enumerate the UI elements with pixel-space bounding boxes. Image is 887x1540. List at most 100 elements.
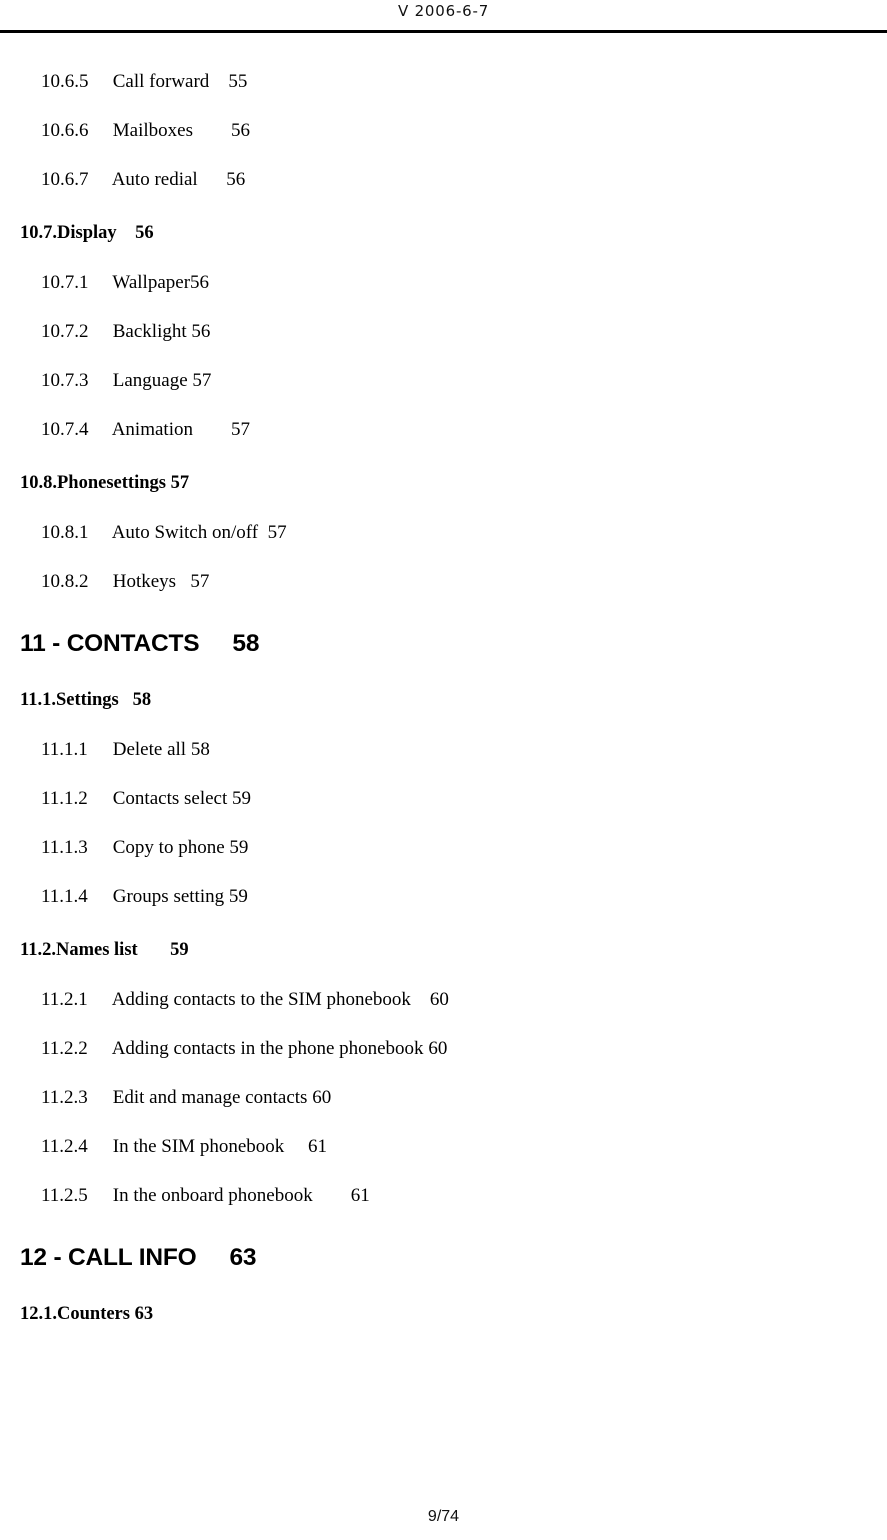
toc-entry-page-number: 59 — [170, 940, 189, 960]
toc-entry-page-number: 59 — [228, 886, 248, 907]
toc-entry-page-number: 56 — [190, 272, 210, 293]
toc-entry-number: 11.2.5 — [41, 1185, 88, 1206]
toc-entry-leader-gap — [199, 630, 232, 657]
toc-entry-page-number: 58 — [190, 739, 210, 760]
toc-entry-number: 11.1.4 — [41, 886, 88, 907]
toc-entry-title: Wallpaper — [112, 272, 191, 293]
toc-entry-11-1-1[interactable]: 11.1.1 Delete all 58 — [0, 737, 887, 762]
toc-entry-number: 11.2. — [20, 940, 56, 960]
toc-entry-title: Backlight — [112, 321, 187, 342]
toc-entry-11-2-4[interactable]: 11.2.4 In the SIM phonebook 61 — [0, 1134, 887, 1159]
toc-entry-leader-gap — [209, 71, 228, 92]
toc-entry-10-7-3[interactable]: 10.7.3 Language 57 — [0, 368, 887, 393]
toc-entry-12[interactable]: 12 - CALL INFO 63 — [0, 1243, 887, 1273]
toc-entry-title: Settings — [55, 690, 119, 710]
toc-entry-number: 11.1.1 — [41, 739, 88, 760]
toc-entry-number: 10.8.2 — [41, 571, 89, 592]
toc-entry-11-2-1[interactable]: 11.2.1 Adding contacts to the SIM phoneb… — [0, 987, 887, 1012]
toc-entry-page-number: 60 — [428, 1038, 448, 1059]
toc-entry-leader-gap — [313, 1185, 351, 1206]
toc-entry-page-number: 57 — [170, 473, 190, 493]
toc-entry-title: In the SIM phonebook — [112, 1136, 285, 1157]
toc-entry-title: Auto redial — [111, 169, 198, 190]
toc-entry-page-number: 58 — [232, 630, 260, 657]
toc-entry-number: 11 - — [20, 630, 61, 657]
toc-entry-title: Call forward — [112, 71, 210, 92]
toc-entry-page-number: 56 — [135, 223, 154, 243]
toc-entry-title: Delete all — [112, 739, 187, 760]
toc-entry-title: Phonesettings — [57, 473, 166, 493]
toc-entry-number: 10.7.1 — [41, 272, 89, 293]
toc-entry-title: Contacts select — [112, 788, 228, 809]
toc-entry-page-number: 63 — [134, 1304, 154, 1324]
toc-entry-leader-gap — [411, 989, 430, 1010]
toc-entry-11-1-4[interactable]: 11.1.4 Groups setting 59 — [0, 884, 887, 909]
toc-entry-10-6-5[interactable]: 10.6.5 Call forward 55 — [0, 69, 887, 94]
toc-entry-title: Mailboxes — [112, 120, 193, 141]
toc-entry-11-2-2[interactable]: 11.2.2 Adding contacts in the phone phon… — [0, 1036, 887, 1061]
toc-entry-number: 10.7.4 — [41, 419, 89, 440]
toc-entry-number: 10.6.7 — [41, 169, 89, 190]
toc-entry-10-7-2[interactable]: 10.7.2 Backlight 56 — [0, 319, 887, 344]
toc-entry-title: CALL INFO — [68, 1244, 197, 1271]
toc-entry-title: Hotkeys — [112, 571, 177, 592]
toc-entry-10-6-6[interactable]: 10.6.6 Mailboxes 56 — [0, 118, 887, 143]
toc-entry-page-number: 61 — [350, 1185, 370, 1206]
toc-entry-11-1-2[interactable]: 11.1.2 Contacts select 59 — [0, 786, 887, 811]
toc-entry-number: 10.7.3 — [41, 370, 89, 391]
toc-entry-title: Adding contacts to the SIM phonebook — [111, 989, 411, 1010]
toc-entry-11-1[interactable]: 11.1.Settings 58 — [0, 687, 887, 713]
toc-entry-page-number: 61 — [308, 1136, 328, 1157]
toc-entry-leader-gap — [176, 571, 190, 592]
toc-entry-10-8-1[interactable]: 10.8.1 Auto Switch on/off 57 — [0, 520, 887, 545]
toc-entry-10-8-2[interactable]: 10.8.2 Hotkeys 57 — [0, 569, 887, 594]
toc-entry-number: 10.6.5 — [41, 71, 89, 92]
toc-entry-12-1[interactable]: 12.1.Counters 63 — [0, 1301, 887, 1327]
toc-entry-number: 12 - — [20, 1244, 62, 1271]
toc-entry-title: Names list — [55, 940, 138, 960]
toc-entry-page-number: 57 — [267, 522, 287, 543]
toc-entry-leader-gap — [193, 419, 231, 440]
toc-entry-10-6-7[interactable]: 10.6.7 Auto redial 56 — [0, 167, 887, 192]
toc-entry-page-number: 56 — [230, 120, 250, 141]
toc-entry-page-number: 56 — [191, 321, 211, 342]
page-footer-number: 9/74 — [427, 1508, 460, 1525]
toc-entry-10-7-1[interactable]: 10.7.1 Wallpaper56 — [0, 270, 887, 295]
toc-entry-page-number: 55 — [228, 71, 248, 92]
toc-entry-number: 10.8.1 — [41, 522, 89, 543]
toc-entry-leader-gap — [117, 223, 136, 243]
toc-entry-leader-gap — [284, 1136, 308, 1157]
toc-entry-leader-gap — [258, 522, 268, 543]
toc-entry-10-8[interactable]: 10.8.Phonesettings 57 — [0, 470, 887, 496]
toc-entry-page-number: 57 — [230, 419, 250, 440]
toc-entry-number: 11.2.1 — [41, 989, 88, 1010]
toc-entry-title: Copy to phone — [112, 837, 225, 858]
toc-entry-page-number: 56 — [226, 169, 246, 190]
toc-entry-title: Edit and manage contacts — [112, 1087, 308, 1108]
toc-entry-page-number: 60 — [429, 989, 449, 1010]
toc-entry-number: 10.8. — [20, 473, 57, 493]
toc-entry-title: Counters — [57, 1304, 130, 1324]
toc-entry-10-7-4[interactable]: 10.7.4 Animation 57 — [0, 417, 887, 442]
toc-entry-page-number: 57 — [190, 571, 210, 592]
toc-entry-number: 10.6.6 — [41, 120, 89, 141]
toc-entry-11-2[interactable]: 11.2.Names list 59 — [0, 937, 887, 963]
toc-entry-number: 12.1. — [20, 1304, 57, 1324]
header-divider-rule — [0, 30, 887, 33]
toc-entry-number: 11.1. — [20, 690, 56, 710]
header-version-text: V 2006-6-7 — [397, 2, 490, 20]
toc-entry-11[interactable]: 11 - CONTACTS 58 — [0, 629, 887, 659]
toc-entry-11-2-3[interactable]: 11.2.3 Edit and manage contacts 60 — [0, 1085, 887, 1110]
toc-entry-number-separator — [60, 630, 67, 657]
toc-entry-page-number: 60 — [312, 1087, 332, 1108]
toc-entry-page-number: 63 — [229, 1244, 257, 1271]
toc-entry-10-7[interactable]: 10.7.Display 56 — [0, 220, 887, 246]
toc-entry-11-1-3[interactable]: 11.1.3 Copy to phone 59 — [0, 835, 887, 860]
toc-entry-leader-gap — [196, 1244, 229, 1271]
toc-entry-number: 11.2.3 — [41, 1087, 88, 1108]
toc-entry-title: Animation — [111, 419, 193, 440]
toc-entry-11-2-5[interactable]: 11.2.5 In the onboard phonebook 61 — [0, 1183, 887, 1208]
toc-entry-number: 10.7. — [20, 223, 57, 243]
toc-entry-number: 11.2.2 — [41, 1038, 88, 1059]
toc-entry-page-number: 59 — [232, 788, 251, 809]
